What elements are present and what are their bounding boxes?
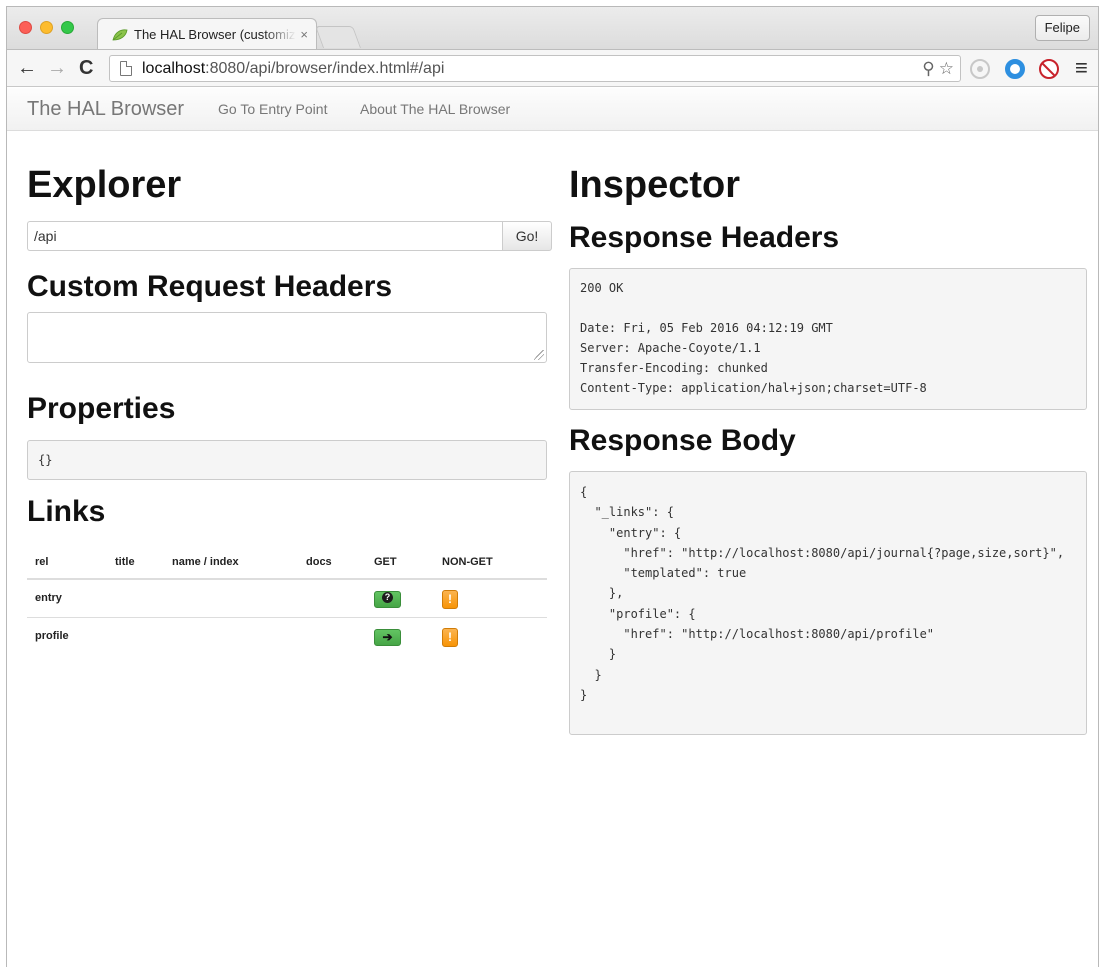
response-body-heading: Response Body	[569, 424, 796, 457]
url-input[interactable]	[27, 221, 502, 251]
col-header-nonget: NON-GET	[434, 545, 547, 580]
tab-title: The HAL Browser (customizable)	[134, 27, 297, 42]
close-window-button[interactable]	[19, 21, 32, 34]
menu-icon[interactable]: ≡	[1075, 56, 1088, 80]
custom-headers-textarea[interactable]	[27, 312, 547, 363]
get-follow-button[interactable]: ➔	[374, 628, 401, 646]
profile-button[interactable]: Felipe	[1034, 15, 1090, 41]
nav-link-about[interactable]: About The HAL Browser	[360, 88, 510, 130]
link-docs	[298, 579, 366, 618]
col-header-get: GET	[366, 545, 434, 580]
inspector-heading: Inspector	[569, 164, 741, 206]
back-arrow-icon[interactable]: ←	[17, 56, 37, 80]
star-icon[interactable]: ☆	[939, 58, 954, 80]
properties-box: {}	[27, 440, 547, 480]
col-header-rel: rel	[27, 545, 107, 580]
brand-link[interactable]: The HAL Browser	[27, 88, 184, 130]
new-tab-button[interactable]	[314, 26, 362, 48]
non-get-button[interactable]: !	[442, 627, 458, 647]
nav-link-entry-point[interactable]: Go To Entry Point	[218, 88, 327, 130]
link-name	[164, 617, 298, 655]
link-docs	[298, 617, 366, 655]
minimize-window-button[interactable]	[40, 21, 53, 34]
links-header-row: rel title name / index docs GET NON-GET	[27, 545, 547, 580]
explorer-heading: Explorer	[27, 164, 182, 206]
address-bar[interactable]: localhost:8080/api/browser/index.html#/a…	[109, 55, 961, 82]
forward-arrow-icon[interactable]: →	[47, 56, 67, 80]
extension-icon[interactable]	[1005, 59, 1025, 79]
reload-icon[interactable]: C	[79, 56, 93, 80]
link-title	[107, 617, 164, 655]
links-heading: Links	[27, 495, 106, 528]
browser-toolbar: ← → C localhost:8080/api/browser/index.h…	[7, 49, 1098, 87]
browser-window: The HAL Browser (customizable) × Felipe …	[6, 6, 1099, 967]
properties-heading: Properties	[27, 392, 176, 425]
response-headers-heading: Response Headers	[569, 221, 840, 254]
go-button[interactable]: Go!	[502, 221, 552, 251]
response-body-box: { "_links": { "entry": { "href": "http:/…	[569, 471, 1087, 735]
block-icon[interactable]	[1039, 59, 1059, 79]
url-form: Go!	[27, 221, 552, 251]
zoom-window-button[interactable]	[61, 21, 74, 34]
col-header-name: name / index	[164, 545, 298, 580]
col-header-title: title	[107, 545, 164, 580]
tab-close-icon[interactable]: ×	[300, 27, 308, 42]
non-get-button[interactable]: !	[442, 589, 458, 609]
page-icon	[120, 61, 132, 76]
link-name	[164, 579, 298, 618]
table-row: entry ? !	[27, 579, 547, 618]
leaf-favicon-icon	[112, 28, 128, 40]
browser-tab[interactable]: The HAL Browser (customizable) ×	[97, 18, 317, 50]
question-icon: ?	[382, 592, 393, 604]
zoom-icon[interactable]: ⚲	[922, 58, 934, 80]
col-header-docs: docs	[298, 545, 366, 580]
link-title	[107, 579, 164, 618]
table-row: profile ➔ !	[27, 617, 547, 655]
custom-headers-heading: Custom Request Headers	[27, 270, 393, 303]
arrow-right-icon: ➔	[382, 629, 393, 644]
link-rel: profile	[35, 630, 69, 643]
extension-icon[interactable]	[970, 59, 990, 79]
response-headers-box: 200 OK Date: Fri, 05 Feb 2016 04:12:19 G…	[569, 268, 1087, 410]
link-rel: entry	[27, 579, 107, 618]
links-table: rel title name / index docs GET NON-GET …	[27, 545, 547, 655]
app-navbar: The HAL Browser Go To Entry Point About …	[7, 88, 1098, 131]
get-templated-button[interactable]: ?	[374, 590, 401, 608]
resize-grip-icon[interactable]	[534, 350, 544, 360]
address-url[interactable]: localhost:8080/api/browser/index.html#/a…	[142, 56, 444, 81]
title-bar: The HAL Browser (customizable) × Felipe	[7, 7, 1098, 50]
